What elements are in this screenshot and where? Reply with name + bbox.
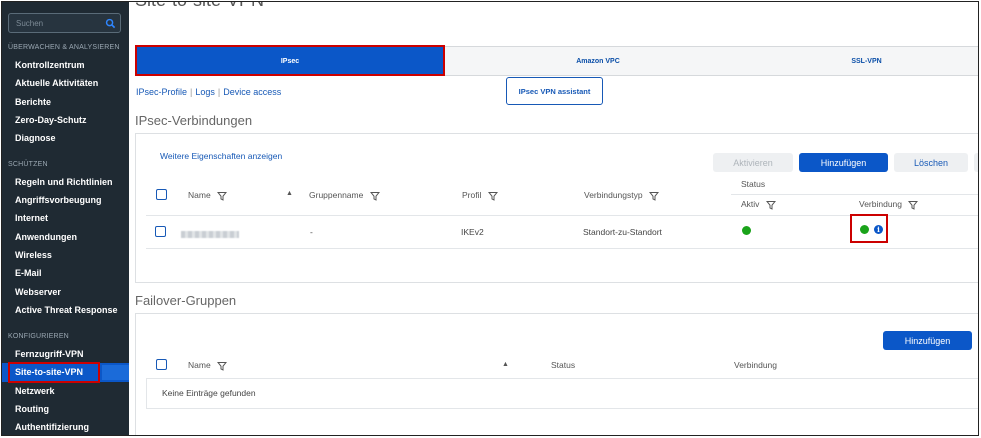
sidebar-item-aktivitaeten[interactable]: Aktuelle Aktivitäten bbox=[15, 78, 98, 88]
sidebar-active-indicator bbox=[102, 365, 129, 380]
sort-asc-icon[interactable]: ▲ bbox=[502, 361, 509, 368]
sidebar-item-email[interactable]: E-Mail bbox=[15, 268, 42, 278]
app-window: Suchen ÜBERWACHEN & ANALYSIEREN Kontroll… bbox=[1, 1, 979, 436]
column-active[interactable]: Aktiv bbox=[741, 199, 776, 210]
ipsec-vpn-assistant-button[interactable]: IPsec VPN assistant bbox=[506, 77, 603, 105]
select-all-checkbox[interactable] bbox=[156, 189, 167, 200]
page-title: Site-to-site-VPN bbox=[135, 2, 264, 11]
ipsec-connections-panel: Weitere Eigenschaften anzeigen Aktiviere… bbox=[135, 133, 978, 283]
link-ipsec-profile[interactable]: IPsec-Profile bbox=[136, 87, 187, 97]
section-protect: SCHÜTZEN bbox=[8, 161, 48, 168]
sidebar-item-netzwerk[interactable]: Netzwerk bbox=[15, 386, 55, 396]
filter-icon[interactable] bbox=[908, 200, 919, 210]
more-actions-button[interactable] bbox=[974, 153, 978, 172]
filter-icon[interactable] bbox=[217, 191, 228, 201]
section-configure: KONFIGURIEREN bbox=[8, 333, 69, 340]
select-all-failover-checkbox[interactable] bbox=[156, 359, 167, 370]
filter-icon[interactable] bbox=[648, 191, 659, 201]
activate-button[interactable]: Aktivieren bbox=[713, 153, 793, 172]
search-icon[interactable] bbox=[105, 18, 116, 29]
failover-column-name[interactable]: Name bbox=[188, 360, 228, 371]
column-connection-label: Verbindung bbox=[859, 199, 903, 209]
active-status-dot bbox=[742, 226, 751, 235]
sidebar-item-berichte[interactable]: Berichte bbox=[15, 97, 51, 107]
empty-state-message: Keine Einträge gefunden bbox=[146, 378, 978, 409]
sidebar-item-wireless[interactable]: Wireless bbox=[15, 250, 52, 260]
column-profile[interactable]: Profil bbox=[462, 190, 498, 201]
sidebar-item-threat-response[interactable]: Active Threat Response bbox=[15, 305, 118, 315]
column-group[interactable]: Gruppenname bbox=[309, 190, 380, 201]
failover-column-connection: Verbindung bbox=[734, 360, 778, 370]
sidebar-item-webserver[interactable]: Webserver bbox=[15, 287, 61, 297]
add-connection-button[interactable]: Hinzufügen bbox=[799, 153, 888, 172]
search-placeholder: Suchen bbox=[16, 19, 44, 28]
delete-button[interactable]: Löschen bbox=[894, 153, 968, 172]
row-profile: IKEv2 bbox=[461, 227, 484, 237]
row-type: Standort-zu-Standort bbox=[583, 227, 662, 237]
sidebar-item-regeln[interactable]: Regeln und Richtlinien bbox=[15, 177, 113, 187]
sidebar: Suchen ÜBERWACHEN & ANALYSIEREN Kontroll… bbox=[2, 2, 129, 435]
row-group: - bbox=[310, 227, 313, 237]
sort-asc-icon[interactable]: ▲ bbox=[286, 190, 293, 197]
sidebar-item-authentifizierung[interactable]: Authentifizierung bbox=[15, 422, 89, 432]
add-failover-button[interactable]: Hinzufügen bbox=[883, 331, 972, 350]
column-group-label: Gruppenname bbox=[309, 190, 364, 200]
column-connection[interactable]: Verbindung bbox=[859, 199, 919, 210]
failover-column-status: Status bbox=[551, 360, 576, 370]
filter-icon[interactable] bbox=[369, 191, 380, 201]
section-monitor: ÜBERWACHEN & ANALYSIEREN bbox=[8, 44, 120, 51]
failover-groups-heading: Failover-Gruppen bbox=[135, 293, 237, 308]
row-checkbox[interactable] bbox=[155, 226, 166, 237]
column-type-label: Verbindungstyp bbox=[584, 190, 643, 200]
highlight-box-connection bbox=[850, 214, 888, 243]
filter-icon[interactable] bbox=[765, 200, 776, 210]
connection-name-redacted[interactable] bbox=[181, 231, 239, 238]
sidebar-item-routing[interactable]: Routing bbox=[15, 404, 49, 414]
more-properties-link[interactable]: Weitere Eigenschaften anzeigen bbox=[160, 151, 282, 161]
column-type[interactable]: Verbindungstyp bbox=[584, 190, 659, 201]
failover-column-name-label: Name bbox=[188, 360, 211, 370]
column-active-label: Aktiv bbox=[741, 199, 760, 209]
search-input[interactable]: Suchen bbox=[8, 13, 121, 33]
column-profile-label: Profil bbox=[462, 190, 482, 200]
status-divider bbox=[731, 194, 978, 195]
link-device-access[interactable]: Device access bbox=[223, 87, 281, 97]
column-name[interactable]: Name bbox=[188, 190, 228, 201]
sidebar-item-angriffsvorbeugung[interactable]: Angriffsvorbeugung bbox=[15, 195, 102, 205]
column-name-label: Name bbox=[188, 190, 211, 200]
sidebar-item-anwendungen[interactable]: Anwendungen bbox=[15, 232, 77, 242]
highlight-box-tab bbox=[135, 45, 445, 76]
main-content: Site-to-site-VPN IPsec Amazon VPC SSL-VP… bbox=[129, 2, 978, 435]
highlight-box-sidebar bbox=[8, 362, 100, 383]
link-logs[interactable]: Logs bbox=[195, 87, 215, 97]
sidebar-item-zero-day[interactable]: Zero-Day-Schutz bbox=[15, 115, 87, 125]
filter-icon[interactable] bbox=[487, 191, 498, 201]
sidebar-item-internet[interactable]: Internet bbox=[15, 213, 48, 223]
failover-groups-panel: Hinzufügen Name ▲ Status Verbindung Kein… bbox=[135, 313, 978, 435]
column-status: Status bbox=[741, 179, 766, 189]
sidebar-item-fernzugriff-vpn[interactable]: Fernzugriff-VPN bbox=[15, 349, 84, 359]
ipsec-connections-heading: IPsec-Verbindungen bbox=[135, 113, 253, 128]
tab-ssl-vpn[interactable]: SSL-VPN bbox=[752, 47, 978, 75]
sub-navigation: IPsec-Profile | Logs | Device access bbox=[136, 87, 282, 97]
tab-amazon-vpc[interactable]: Amazon VPC bbox=[444, 47, 752, 75]
sidebar-item-diagnose[interactable]: Diagnose bbox=[15, 133, 56, 143]
sidebar-item-kontrollzentrum[interactable]: Kontrollzentrum bbox=[15, 60, 85, 70]
filter-icon[interactable] bbox=[217, 361, 228, 371]
